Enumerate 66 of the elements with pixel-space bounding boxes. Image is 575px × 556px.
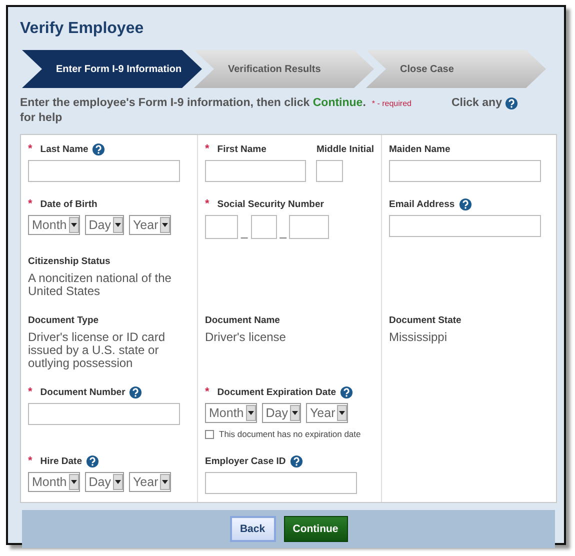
dropdown[interactable]: Day	[262, 403, 301, 423]
instruction-text: Enter the employee's Form I-9 information, then click Continue.	[20, 96, 366, 111]
field-label: Document Expiration Date	[217, 386, 336, 398]
help-icon[interactable]	[129, 386, 142, 398]
field-label: Social Security Number	[217, 198, 324, 210]
separator: _	[280, 225, 286, 239]
field-label: Document Name	[205, 314, 280, 326]
field-label: Maiden Name	[389, 144, 450, 154]
required-icon: *	[28, 198, 32, 210]
help-icon[interactable]	[458, 198, 472, 210]
field-label: Citizenship Status	[28, 256, 110, 266]
ssn-input[interactable]	[205, 215, 238, 239]
required-icon: *	[205, 198, 210, 210]
field-value: Driver's license or ID card issued by a U.S. state or outlying possession	[28, 331, 166, 370]
dropdown[interactable]: Day	[84, 215, 124, 235]
field-label: Employer Case ID	[205, 456, 286, 466]
dropdown[interactable]: Year	[306, 403, 348, 423]
field-label: Middle Initial	[316, 144, 374, 154]
ssn-input[interactable]	[250, 215, 277, 239]
help-icon[interactable]	[92, 142, 106, 156]
required-icon: *	[28, 455, 32, 467]
field-label: Last Name	[40, 144, 88, 154]
help-icon[interactable]	[290, 454, 303, 468]
progress-step: Enter Form I-9 Information	[22, 50, 202, 88]
text-input[interactable]	[28, 403, 180, 425]
dropdown[interactable]: Month	[28, 215, 80, 235]
required-icon: *	[205, 143, 210, 155]
field-label: Document Type	[28, 314, 99, 326]
dropdown[interactable]: Day	[84, 472, 124, 492]
ssn-input[interactable]	[289, 215, 330, 239]
text-input[interactable]	[205, 160, 306, 182]
back-button[interactable]: Back	[230, 516, 276, 542]
field-label: Email Address	[389, 198, 455, 210]
help-icon[interactable]	[504, 97, 518, 110]
separator: _	[241, 225, 248, 239]
required-legend: * - required	[372, 96, 412, 111]
progress-step: Verification Results	[194, 50, 374, 88]
dropdown[interactable]: Month	[28, 472, 80, 492]
help-hint: Click any	[451, 96, 502, 111]
checkbox-label: This document has no expiration date	[219, 429, 361, 439]
text-input[interactable]	[28, 160, 180, 182]
page-title: Verify Employee	[20, 20, 145, 38]
progress-step: Close Case	[366, 50, 546, 88]
text-input[interactable]	[205, 472, 357, 494]
text-input[interactable]	[389, 160, 541, 182]
field-value: Mississippi	[389, 331, 448, 344]
text-input[interactable]	[389, 215, 541, 237]
continue-button[interactable]: Continue	[284, 516, 348, 542]
help-icon[interactable]	[86, 454, 99, 468]
field-label: First Name	[217, 144, 266, 154]
dropdown[interactable]: Month	[205, 403, 257, 423]
field-value: A noncitizen national of the United States	[28, 272, 172, 298]
text-input[interactable]	[316, 160, 344, 182]
help-hint: for help	[20, 111, 62, 126]
field-label: Document Number	[40, 386, 126, 398]
required-icon: *	[205, 386, 210, 398]
required-icon: *	[28, 386, 32, 398]
required-icon: *	[28, 143, 32, 155]
field-label: Hire Date	[40, 456, 82, 466]
checkbox[interactable]	[205, 430, 214, 438]
help-icon[interactable]	[340, 386, 354, 398]
dropdown[interactable]: Year	[128, 472, 172, 492]
field-value: Driver's license	[205, 331, 287, 344]
field-label: Date of Birth	[40, 198, 98, 210]
field-label: Document State	[389, 314, 462, 326]
dropdown[interactable]: Year	[128, 215, 172, 235]
